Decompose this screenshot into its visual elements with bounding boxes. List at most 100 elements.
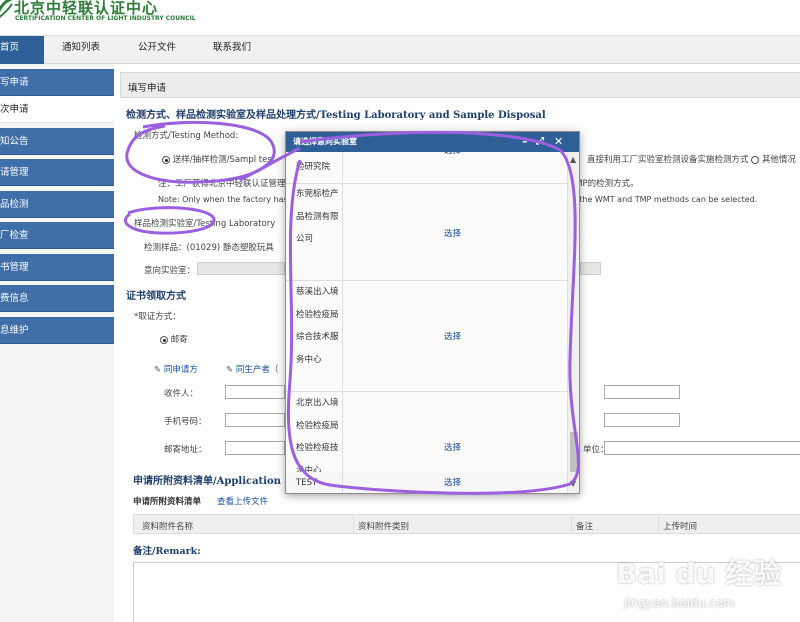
phone-label: 手机号码： [164,417,207,427]
recipient-field-right[interactable] [604,385,680,399]
sidebar-item-app-manage[interactable]: 请管理 [0,159,114,186]
sidebar: 写申请 次申请 知公告 请管理 品检测 厂检查 书管理 费信息 息维护 [0,64,114,622]
dialog-body: 验研究院 选择 东莞标检产品检测有限公司 选择 慈溪出入境检验检疫局综合技术服务… [286,152,567,493]
nav-item-public-files[interactable]: 公开文件 [138,36,176,64]
nav-item-contact[interactable]: 联系我们 [213,36,251,64]
lab-name: 北京出入境检验检疫局检验检疫技术中心 [296,398,339,476]
list-item: TEST 选择 [286,472,567,493]
lab-name: 慈溪出入境检验检疫局综合技术服务中心 [296,287,339,365]
select-link[interactable]: 选择 [444,476,461,488]
note-en-tail: s, the WMT and TMP methods can be select… [570,195,758,204]
watermark-brand: Bai du 经验 [616,557,782,590]
option-label: 其他情况 [761,155,796,165]
nav-item-home[interactable]: 首页 [0,36,44,64]
sidebar-item-reapply[interactable]: 次申请 [0,96,114,123]
sidebar-item-notices[interactable]: 知公告 [0,128,114,155]
att-col-time: 上传时间 [663,522,698,532]
list-item: 验研究院 选择 [286,152,567,184]
intended-lab-field[interactable] [197,262,285,275]
sidebar-item-label: 费信息 [0,293,29,304]
sidebar-item-label: 写申请 [0,77,29,88]
radio-other[interactable] [751,155,760,164]
page-title: 填写申请 [128,83,167,94]
option-send-sample[interactable]: 送样/抽样检测/Sampl test [162,153,275,165]
note-en: Note: Only when the factory has th [158,195,299,204]
nav-label: 公开文件 [138,42,177,53]
select-link[interactable]: 选择 [444,227,461,239]
lab-name: TEST [296,478,318,488]
note-cn-tail: TMP的检测方式。 [570,179,639,189]
link-label: 同申请方 [163,365,198,375]
watermark-url: jingyan.baidu.com [624,596,735,610]
dialog-titlebar: 请选择意向实验室 – ⤢ ✕ [286,132,579,152]
recipient-label: 收件人： [164,389,199,399]
pencil-icon: ✎ [226,365,234,375]
section-title-testing: 检测方式、样品检测实验室及样品处理方式/Testing Laboratory a… [126,110,546,121]
scroll-down-icon[interactable]: ▼ [570,479,576,488]
logo-subtitle: CERTIFICATION CENTER OF LIGHT INDUSTRY C… [15,15,196,22]
sidebar-item-label: 息维护 [0,325,29,336]
testing-method-label: 检测方式/Testing Method: [134,131,239,141]
sidebar-item-info-maintain[interactable]: 息维护 [0,317,114,344]
radio-send-sample[interactable] [162,155,170,164]
close-icon[interactable]: ✕ [554,132,563,152]
att-col-remark: 备注 [576,522,594,532]
nav-label: 联系我们 [213,42,252,53]
minimize-icon[interactable]: – [522,132,528,152]
radio-mail[interactable] [160,335,168,344]
intended-lab-label: 意向实验室： [144,266,196,276]
scroll-up-icon[interactable]: ▲ [570,155,576,164]
cert-method-label: *取证方式： [134,312,181,322]
site-header: 北京中轻联认证中心 CERTIFICATION CENTER OF LIGHT … [0,0,800,36]
option-factory-lab[interactable]: 直接利用工厂实验室检测设备实施检测方式 其他情况 [587,153,796,165]
view-upload-link[interactable]: 查看上传文件 [217,495,268,507]
option-label-suffix: test [258,155,276,165]
nav-label: 首页 [0,42,20,53]
address-label: 邮寄地址： [164,445,207,455]
same-as-producer-link[interactable]: ✎ 同生产者（ [226,363,278,375]
dialog-scrollbar[interactable]: ▲ ▼ [567,152,579,493]
pencil-icon: ✎ [154,365,162,375]
unit-field[interactable] [604,441,800,455]
section-title-cert: 证书领取方式 [126,291,186,302]
section-title-attachments: 申请所附资料清单/Application [133,476,281,487]
dialog-title: 请选择意向实验室 [293,137,357,146]
option-label: 直接利用工厂实验室检测设备实施检测方式 [587,155,749,165]
note-cn: 注：工厂获得北京中轻联认证管理 [158,179,286,189]
baidu-watermark: Bai du 经验 jingyan.baidu.com [608,544,798,620]
select-link[interactable]: 选择 [444,330,461,342]
remark-title: 备注/Remark: [133,546,201,557]
nav-label: 通知列表 [62,42,101,53]
sidebar-item-label: 厂检查 [0,230,29,241]
select-link[interactable]: 选择 [444,441,461,453]
option-mail[interactable]: 邮寄 [160,333,188,345]
sidebar-item-cert-manage[interactable]: 书管理 [0,254,114,281]
scroll-thumb[interactable] [570,432,578,472]
lab-name: 验研究院 [296,162,331,172]
sidebar-item-label: 品检测 [0,199,29,210]
same-as-applicant-link[interactable]: ✎ 同申请方 [154,363,198,375]
phone-field-right[interactable] [604,413,680,427]
nav-item-notices[interactable]: 通知列表 [62,36,100,64]
maximize-icon[interactable]: ⤢ [536,132,544,152]
attachments-table-header: 资料附件名称 资料附件类别 备注 上传时间 [133,514,800,534]
lab-name: 东莞标检产品检测有限公司 [296,189,339,244]
recipient-field[interactable] [225,385,285,399]
phone-field[interactable] [225,413,285,427]
sidebar-item-label: 知公告 [0,136,29,147]
sidebar-item-apply[interactable]: 写申请 [0,69,114,96]
att-col-name: 资料附件名称 [142,522,194,532]
lab-label: 样品检测实验室/Testing Laboratory [134,219,276,229]
address-field[interactable] [225,441,285,455]
sidebar-item-label: 书管理 [0,262,29,273]
sidebar-item-product-test[interactable]: 品检测 [0,191,114,218]
att-col-type: 资料附件类别 [358,522,410,532]
lab-select-dialog: 请选择意向实验室 – ⤢ ✕ 验研究院 选择 东莞标检产品检测有限公司 选择 慈… [285,131,580,494]
select-link[interactable]: 选择 [444,152,461,156]
sidebar-item-factory-inspect[interactable]: 厂检查 [0,222,114,249]
intended-lab-field-right[interactable] [580,262,601,275]
sidebar-item-fee-info[interactable]: 费信息 [0,285,114,312]
list-item: 东莞标检产品检测有限公司 选择 [286,184,567,281]
link-label: 同生产者（ [235,365,279,375]
page-header: 填写申请 [120,72,800,98]
